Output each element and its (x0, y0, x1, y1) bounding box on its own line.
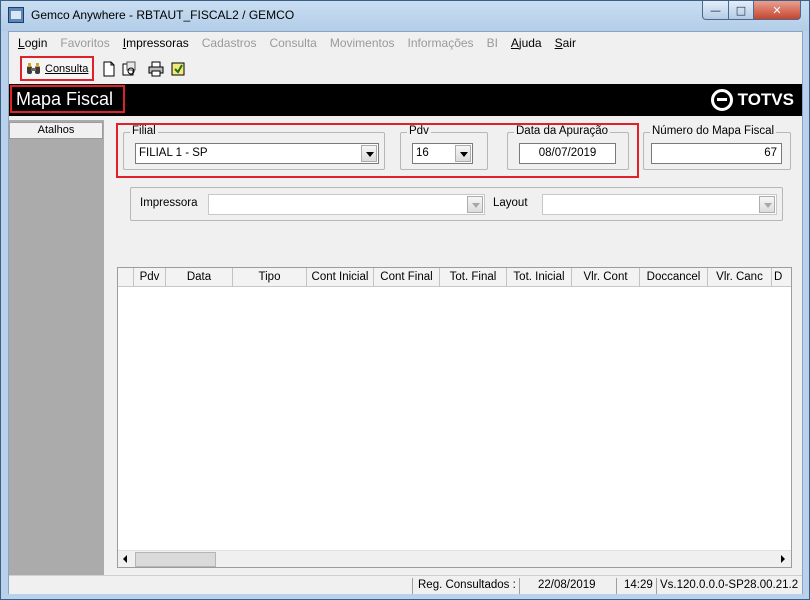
grid-header-doccancel[interactable]: Doccancel (640, 268, 708, 287)
menu-informacoes: Informações (407, 36, 474, 50)
grid-header-vlr-cont[interactable]: Vlr. Cont (572, 268, 640, 287)
status-date: 22/08/2019 (519, 578, 616, 594)
maximize-button[interactable]: □ (728, 1, 754, 20)
status-time: 14:29 (616, 578, 656, 594)
scroll-left-arrow-icon[interactable] (118, 551, 135, 567)
grid-header-pdv[interactable]: Pdv (134, 268, 166, 287)
grid-header-cont-inicial[interactable]: Cont Inicial (307, 268, 374, 287)
menu-ajuda[interactable]: Ajuda (511, 36, 542, 50)
grid-header-d[interactable]: D (772, 268, 791, 287)
pdv-group: Pdv 16 (400, 125, 488, 170)
pdv-select[interactable]: 16 (412, 143, 473, 164)
grid-header-vlr-canc[interactable]: Vlr. Canc (708, 268, 772, 287)
menu-sair[interactable]: Sair (555, 36, 576, 50)
client-area: Login Favoritos Impressoras Cadastros Co… (8, 31, 803, 594)
grid-header-tipo[interactable]: Tipo (233, 268, 307, 287)
impressora-dropdown-arrow-icon[interactable] (467, 196, 483, 213)
filial-select[interactable]: FILIAL 1 - SP (135, 143, 379, 164)
filial-dropdown-arrow-icon[interactable] (361, 145, 377, 162)
print-icon[interactable] (148, 61, 164, 77)
menu-movimentos: Movimentos (329, 36, 395, 50)
main-panel: Filial FILIAL 1 - SP Pdv 16 Data da Apur… (105, 119, 802, 575)
scroll-thumb[interactable] (135, 552, 216, 567)
app-icon[interactable] (8, 7, 24, 23)
window-title: Gemco Anywhere - RBTAUT_FISCAL2 / GEMCO (31, 8, 295, 22)
shortcuts-panel: Atalhos (9, 120, 104, 575)
close-button[interactable]: ✕ (753, 1, 801, 20)
layout-label: Layout (493, 197, 528, 209)
data-apuracao-field[interactable]: 08/07/2019 (519, 143, 616, 164)
header-band: Mapa Fiscal TOTVS (9, 84, 802, 116)
title-bar[interactable]: Gemco Anywhere - RBTAUT_FISCAL2 / GEMCO … (1, 1, 809, 31)
menu-login[interactable]: Login (18, 36, 47, 50)
pdv-value: 16 (416, 147, 429, 159)
grid-header-data[interactable]: Data (166, 268, 233, 287)
status-bar: Reg. Consultados : 1 22/08/2019 14:29 Vs… (9, 575, 802, 594)
menu-bar: Login Favoritos Impressoras Cadastros Co… (9, 32, 802, 54)
totvs-logo-text: TOTVS (737, 90, 794, 109)
status-records: Reg. Consultados : 1 (412, 578, 519, 594)
grid-header-tot-final[interactable]: Tot. Final (440, 268, 507, 287)
data-apuracao-label: Data da Apuração (514, 125, 611, 137)
export-icon[interactable] (170, 61, 186, 77)
grid-header-cont-final[interactable]: Cont Final (374, 268, 440, 287)
pdv-label: Pdv (407, 125, 431, 137)
totvs-mark-icon (710, 89, 733, 111)
menu-bi: BI (486, 36, 498, 50)
filial-group: Filial FILIAL 1 - SP (123, 125, 385, 170)
menu-favoritos: Favoritos (60, 36, 110, 50)
horizontal-scrollbar[interactable] (118, 550, 791, 567)
status-version: Vs.120.0.0.0-SP28.00.21.2 (656, 578, 802, 594)
toolbar: Consulta (9, 56, 802, 83)
minimize-button[interactable]: — (702, 1, 729, 20)
results-grid[interactable]: Pdv Data Tipo Cont Inicial Cont Final To… (117, 267, 792, 568)
layout-select[interactable] (542, 194, 777, 215)
numero-mapa-field[interactable]: 67 (651, 143, 782, 164)
atalhos-button[interactable]: Atalhos (9, 122, 103, 139)
grid-header-tot-inicial[interactable]: Tot. Inicial (507, 268, 572, 287)
new-document-icon[interactable] (101, 61, 117, 77)
menu-impressoras[interactable]: Impressoras (123, 36, 189, 50)
grid-header: Pdv Data Tipo Cont Inicial Cont Final To… (118, 268, 791, 287)
binoculars-icon (27, 62, 40, 74)
layout-dropdown-arrow-icon[interactable] (759, 196, 775, 213)
app-window: Gemco Anywhere - RBTAUT_FISCAL2 / GEMCO … (0, 0, 810, 600)
print-preview-icon[interactable] (121, 61, 137, 77)
impressora-label: Impressora (140, 197, 198, 209)
pdv-dropdown-arrow-icon[interactable] (455, 145, 471, 162)
scroll-right-arrow-icon[interactable] (774, 551, 791, 567)
filial-value: FILIAL 1 - SP (139, 147, 208, 159)
consulta-label: Consulta (45, 62, 89, 75)
page-title: Mapa Fiscal (10, 85, 125, 113)
consulta-button[interactable]: Consulta (20, 56, 94, 81)
totvs-logo: TOTVS (710, 89, 794, 111)
impressora-layout-group: Impressora Layout (130, 187, 783, 221)
menu-cadastros: Cadastros (201, 36, 257, 50)
impressora-select[interactable] (208, 194, 485, 215)
filial-label: Filial (130, 125, 158, 137)
menu-consulta: Consulta (269, 36, 317, 50)
numero-mapa-label: Número do Mapa Fiscal (650, 125, 777, 137)
data-apuracao-group: Data da Apuração 08/07/2019 (507, 125, 629, 170)
grid-header-selector[interactable] (118, 268, 134, 287)
numero-mapa-group: Número do Mapa Fiscal 67 (643, 125, 791, 170)
